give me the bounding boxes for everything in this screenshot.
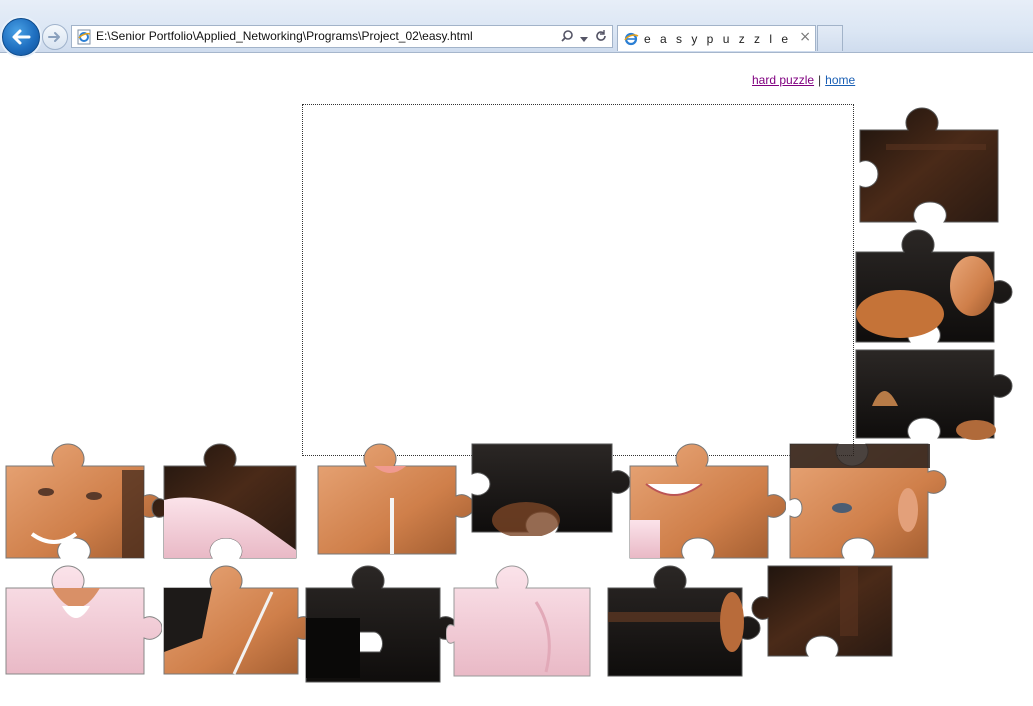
puzzle-piece[interactable] [446,562,594,680]
browser-toolbar: E:\Senior Portfolio\Applied_Networking\P… [0,0,1033,56]
hard-puzzle-link[interactable]: hard puzzle [752,73,814,87]
puzzle-piece[interactable] [852,346,1014,442]
address-bar[interactable]: E:\Senior Portfolio\Applied_Networking\P… [71,25,613,48]
ie-page-icon [77,29,91,45]
close-icon[interactable]: × [799,29,811,45]
ie-tab-icon [624,32,639,46]
puzzle-piece[interactable] [750,562,896,660]
refresh-icon[interactable] [594,28,608,47]
puzzle-piece[interactable] [314,440,476,558]
tab-title: e a s y p u z z l e [644,32,792,46]
back-arrow-icon [12,29,31,45]
puzzle-piece[interactable] [150,440,300,562]
puzzle-piece[interactable] [2,440,162,562]
puzzle-piece[interactable] [786,440,950,562]
puzzle-board[interactable] [302,104,854,456]
link-separator: | [818,73,822,87]
forward-arrow-icon [48,32,60,42]
puzzle-piece[interactable] [856,104,1002,226]
back-button[interactable] [2,18,40,56]
puzzle-piece[interactable] [604,562,764,680]
browser-tab-active[interactable]: e a s y p u z z l e × [617,25,816,51]
puzzle-piece[interactable] [626,440,786,562]
new-tab-button[interactable] [817,25,843,51]
forward-button[interactable] [42,24,68,50]
address-url: E:\Senior Portfolio\Applied_Networking\P… [96,29,473,43]
nav-links: hard puzzle | home [752,73,855,87]
home-link[interactable]: home [825,73,855,87]
puzzle-piece[interactable] [852,226,1014,346]
search-icon[interactable] [560,28,574,47]
puzzle-piece[interactable] [160,562,320,678]
puzzle-piece[interactable] [302,562,466,686]
dropdown-arrow-icon[interactable] [580,28,588,47]
puzzle-piece[interactable] [466,440,630,536]
puzzle-piece[interactable] [2,562,162,678]
